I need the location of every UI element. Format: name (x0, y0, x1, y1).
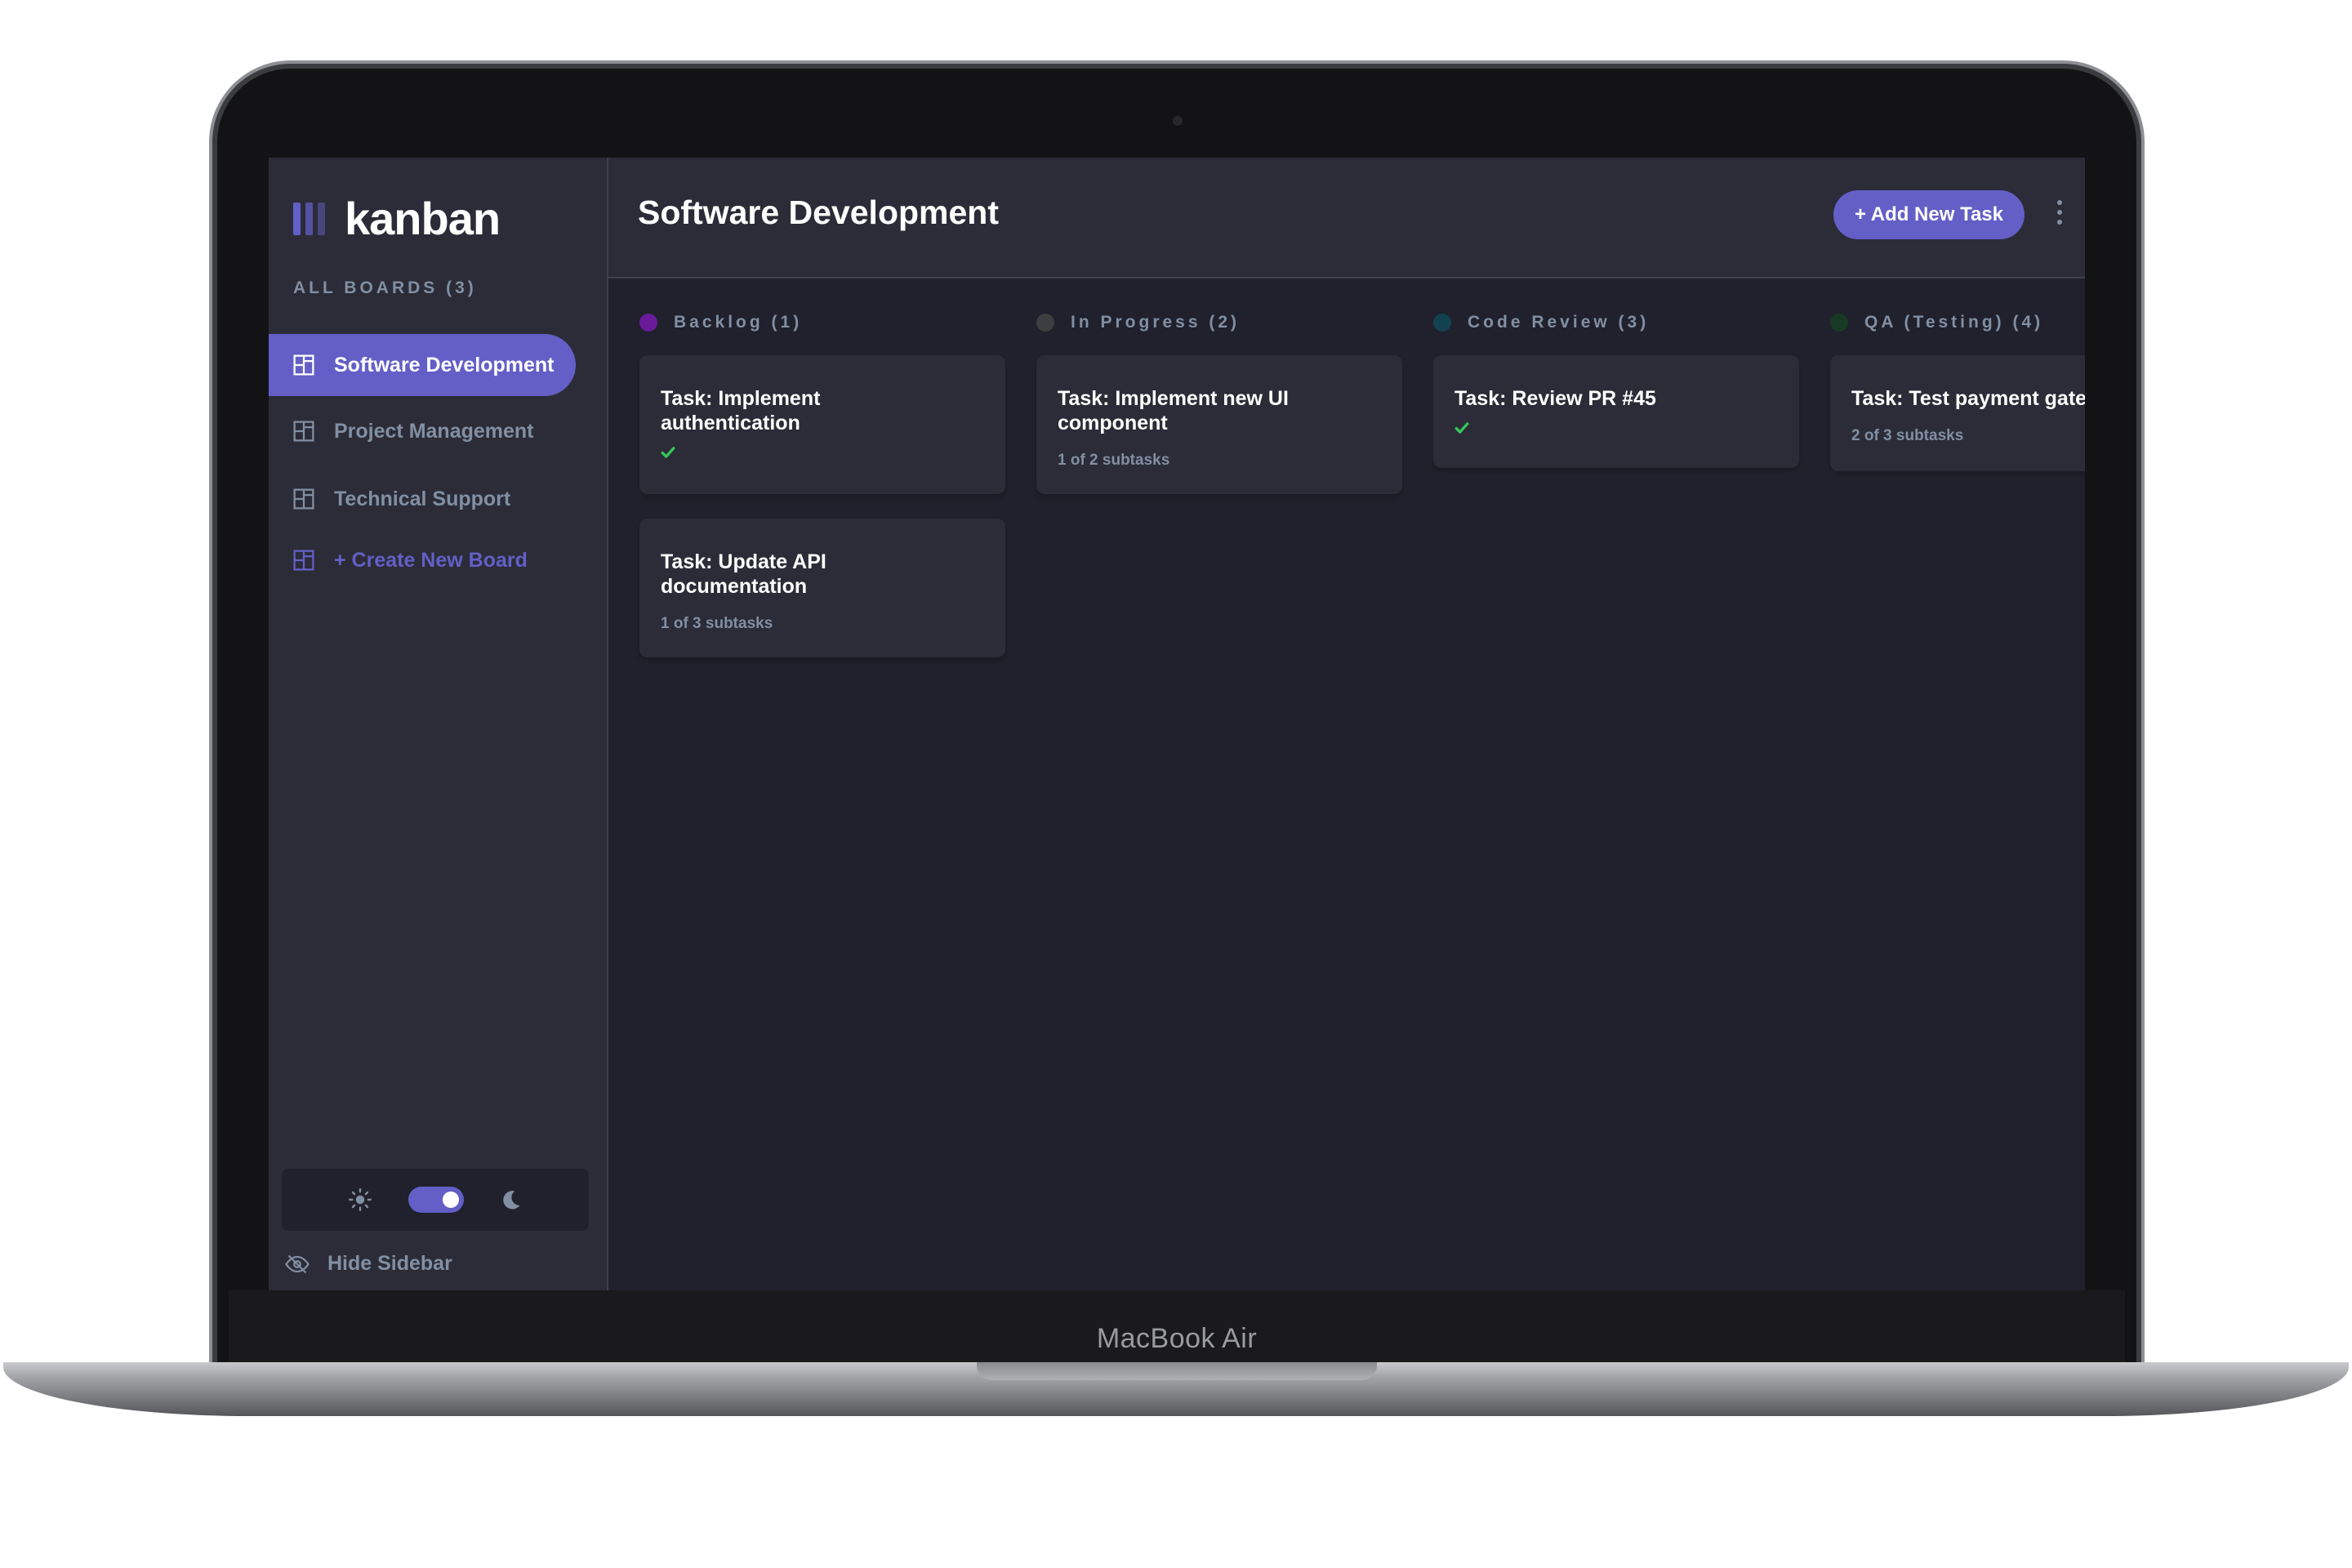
sidebar-item-label: Software Development (334, 353, 555, 376)
column-qa-testing: QA (Testing) (4) Task: Test payment gate… (1830, 310, 2085, 496)
sidebar: kanban ALL BOARDS (3) Software Developme… (269, 158, 608, 1290)
laptop-notch (977, 1362, 1377, 1380)
column-title: Backlog (1) (674, 313, 803, 332)
main-area: Software Development + Add New Task Back… (608, 158, 2085, 1290)
column-header: Code Review (3) (1433, 310, 1799, 336)
task-card[interactable]: Task: Review PR #45 (1433, 355, 1799, 468)
task-card[interactable]: Task: Test payment gatew 2 of 3 subtasks (1830, 355, 2085, 471)
logo-text: kanban (345, 193, 501, 244)
create-new-board-button[interactable]: + Create New Board (269, 529, 576, 591)
board-icon (293, 421, 314, 442)
sidebar-item-project-management[interactable]: Project Management (269, 400, 576, 462)
sidebar-item-technical-support[interactable]: Technical Support (269, 468, 576, 530)
task-subtasks: 1 of 2 subtasks (1058, 452, 1170, 469)
theme-toggle-panel (282, 1169, 589, 1231)
task-title: Task: Implement new UI component (1058, 387, 1289, 434)
logo-icon (293, 202, 325, 235)
eye-slash-icon (285, 1254, 310, 1273)
header: Software Development + Add New Task (608, 158, 2085, 278)
page-title: Software Development (638, 194, 999, 231)
column-title: Code Review (3) (1468, 313, 1650, 332)
create-board-label: + Create New Board (334, 548, 528, 572)
board-icon (293, 354, 314, 376)
board-icon (293, 550, 314, 571)
task-card[interactable]: Task: Implement new UI component 1 of 2 … (1036, 355, 1402, 494)
device-label: MacBook Air (1096, 1323, 1258, 1354)
task-subtasks: 2 of 3 subtasks (1851, 427, 1964, 444)
sidebar-item-label: Technical Support (334, 487, 511, 510)
column-header: In Progress (2) (1036, 310, 1402, 336)
column-dot (1036, 314, 1054, 332)
task-card[interactable]: Task: Implement authentication (639, 355, 1005, 494)
all-boards-heading: ALL BOARDS (3) (293, 278, 477, 297)
column-dot (1830, 314, 1848, 332)
column-title: QA (Testing) (4) (1864, 313, 2044, 332)
logo: kanban (293, 192, 501, 245)
task-title: Task: Test payment gatew (1851, 387, 2085, 410)
hide-sidebar-button[interactable]: Hide Sidebar (285, 1252, 452, 1276)
hide-sidebar-label: Hide Sidebar (327, 1252, 452, 1275)
toggle-knob (443, 1192, 459, 1208)
task-title: Task: Review PR #45 (1454, 387, 1656, 410)
column-dot (639, 314, 657, 332)
add-new-task-button[interactable]: + Add New Task (1833, 190, 2025, 239)
moon-icon (503, 1191, 520, 1209)
column-title: In Progress (2) (1071, 313, 1241, 332)
theme-toggle-switch[interactable] (408, 1187, 464, 1213)
camera (1173, 116, 1183, 126)
column-header: Backlog (1) (639, 310, 1005, 336)
sidebar-item-label: Project Management (334, 419, 534, 443)
vertical-ellipsis-icon[interactable] (2056, 200, 2064, 229)
sun-icon (349, 1188, 372, 1211)
sidebar-item-software-development[interactable]: Software Development (269, 334, 576, 396)
column-header: QA (Testing) (4) (1830, 310, 2085, 336)
column-dot (1433, 314, 1451, 332)
column-backlog: Backlog (1) Task: Implement authenticati… (639, 310, 1005, 682)
task-title: Task: Update API documentation (661, 550, 826, 598)
task-subtasks: 1 of 3 subtasks (661, 615, 773, 632)
check-icon (661, 447, 675, 458)
column-code-review: Code Review (3) Task: Review PR #45 (1433, 310, 1799, 492)
screen: kanban ALL BOARDS (3) Software Developme… (269, 158, 2085, 1290)
board-icon (293, 488, 314, 510)
column-in-progress: In Progress (2) Task: Implement new UI c… (1036, 310, 1402, 519)
task-card[interactable]: Task: Update API documentation 1 of 3 su… (639, 519, 1005, 657)
check-icon (1454, 422, 1469, 434)
task-title: Task: Implement authentication (661, 387, 821, 434)
